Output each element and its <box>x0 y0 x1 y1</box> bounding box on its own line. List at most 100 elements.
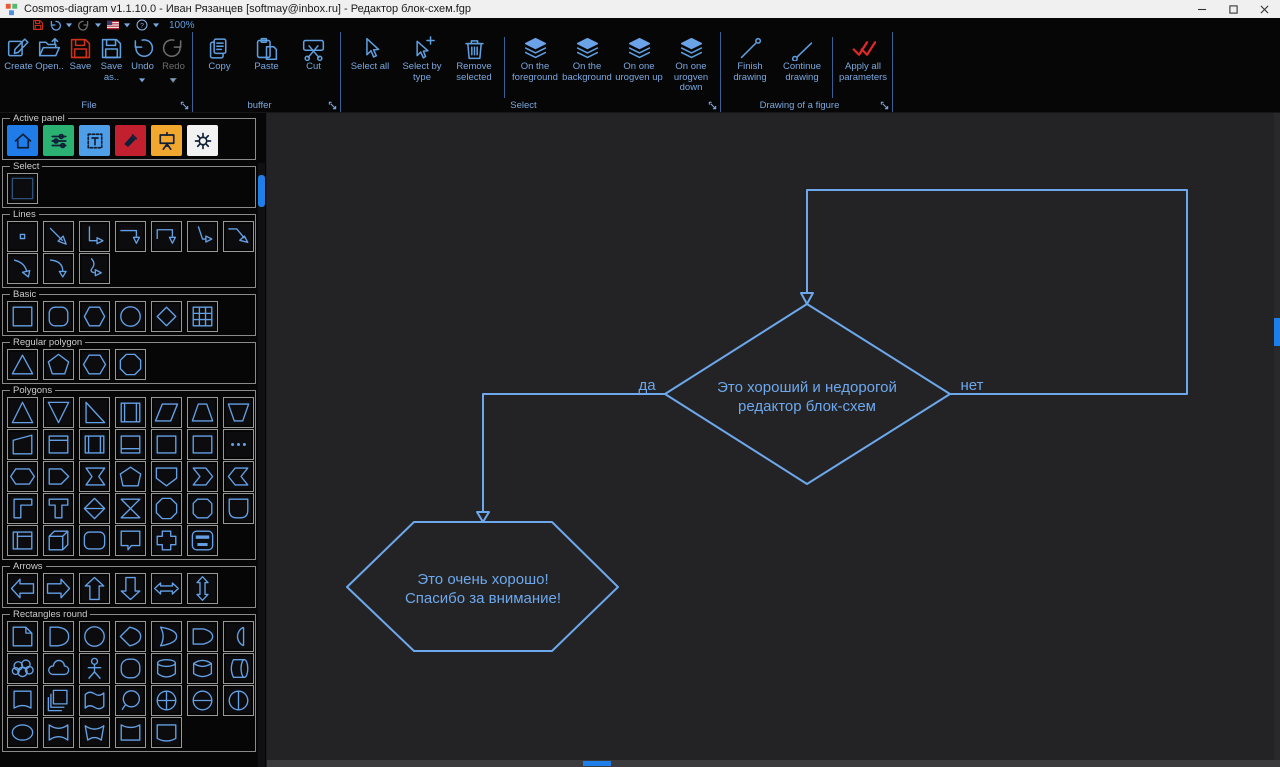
shape-bowtie-concave[interactable] <box>43 717 74 748</box>
shape-documents[interactable] <box>43 685 74 716</box>
canvas-hscrollbar[interactable] <box>267 760 1280 767</box>
cut-button[interactable]: Cut <box>290 36 337 73</box>
shape-rect-notch-bottom[interactable] <box>151 461 182 492</box>
edge-yes[interactable] <box>483 394 665 512</box>
shape-banner[interactable] <box>7 685 38 716</box>
dropdown-caret-icon[interactable] <box>170 78 177 83</box>
shape-rect-folded-corner[interactable] <box>7 621 38 652</box>
shape-gamma-shape[interactable] <box>7 493 38 524</box>
shape-cube-3d[interactable] <box>43 525 74 556</box>
continue-drawing-button[interactable]: Continue drawing <box>776 36 828 83</box>
shape-arrow-se[interactable] <box>43 221 74 252</box>
shape-concave-right[interactable] <box>223 621 254 652</box>
save-button[interactable]: Save <box>65 36 96 73</box>
shape-speech-bubble[interactable] <box>115 525 146 556</box>
shape-arrow-bend-down[interactable] <box>223 221 254 252</box>
shape-hexagon-regular[interactable] <box>79 349 110 380</box>
shape-rectangle-2[interactable] <box>187 429 218 460</box>
shape-pentagon[interactable] <box>43 349 74 380</box>
shape-arrow-up-right-down[interactable] <box>151 221 182 252</box>
create-button[interactable]: Create <box>3 36 34 73</box>
shape-circle[interactable] <box>115 301 146 332</box>
close-button[interactable] <box>1249 0 1280 18</box>
copy-button[interactable]: Copy <box>196 36 243 73</box>
shape-person[interactable] <box>79 653 110 684</box>
open-button[interactable]: Open.. <box>34 36 65 73</box>
shape-cylinder-open[interactable] <box>151 653 182 684</box>
edge-no-loop[interactable] <box>807 190 1187 394</box>
panel-home-button[interactable] <box>7 125 38 156</box>
shape-hexagon-concave[interactable] <box>79 461 110 492</box>
shape-rect-rounded-bottom[interactable] <box>223 493 254 524</box>
shape-rect-left-column[interactable] <box>7 525 38 556</box>
select-by-type-button[interactable]: Select by type <box>396 36 448 83</box>
shape-arrow-curve-se[interactable] <box>7 253 38 284</box>
on-the-background-button[interactable]: On the background <box>561 36 613 83</box>
dialog-launcher-icon[interactable] <box>708 101 717 110</box>
redo-quick-icon[interactable] <box>78 19 90 31</box>
shape-pentagon-house[interactable] <box>115 461 146 492</box>
on-one-urogven-down-button[interactable]: On one urogven down <box>665 36 717 94</box>
shape-d-shape[interactable] <box>43 621 74 652</box>
canvas-vscrollbar[interactable] <box>1274 113 1280 760</box>
shape-bowtie-wide[interactable] <box>79 717 110 748</box>
shape-triangle-up[interactable] <box>7 397 38 428</box>
shape-square[interactable] <box>7 301 38 332</box>
redo-dropdown-caret-icon[interactable] <box>95 23 102 28</box>
shape-octagon-2[interactable] <box>151 493 182 524</box>
shape-diamond-split[interactable] <box>79 493 110 524</box>
shape-cylinder-horizontal[interactable] <box>223 653 254 684</box>
shape-arrow-s-curve[interactable] <box>79 253 110 284</box>
panel-brush-button[interactable] <box>115 125 146 156</box>
shape-rectangle[interactable] <box>151 429 182 460</box>
shape-chevron-right[interactable] <box>187 461 218 492</box>
shape-square-cut-corners[interactable] <box>187 493 218 524</box>
canvas-hscrollbar-thumb[interactable] <box>583 761 611 766</box>
shape-cylinder[interactable] <box>187 653 218 684</box>
shape-ellipse-2[interactable] <box>7 717 38 748</box>
shape-octagon[interactable] <box>115 349 146 380</box>
dialog-launcher-icon[interactable] <box>180 101 189 110</box>
shape-rect-double-sides[interactable] <box>79 429 110 460</box>
dialog-launcher-icon[interactable] <box>328 101 337 110</box>
shape-hexagon[interactable] <box>79 301 110 332</box>
panel-text-frame-button[interactable] <box>79 125 110 156</box>
dialog-launcher-icon[interactable] <box>880 101 889 110</box>
on-the-foreground-button[interactable]: On the foreground <box>509 36 561 83</box>
shape-block-arrow-left[interactable] <box>7 573 38 604</box>
panel-gear-button[interactable] <box>187 125 218 156</box>
shape-parallelogram[interactable] <box>151 397 182 428</box>
shape-chevron-left[interactable] <box>223 461 254 492</box>
finish-drawing-button[interactable]: Finish drawing <box>724 36 776 83</box>
undo-dropdown-caret-icon[interactable] <box>66 23 73 28</box>
undo-button[interactable]: Undo <box>127 36 158 83</box>
shape-triangle-down[interactable] <box>43 397 74 428</box>
shape-triangle[interactable] <box>7 349 38 380</box>
shape-tee-shape[interactable] <box>43 493 74 524</box>
shape-select-frame[interactable] <box>7 173 38 204</box>
shape-dot[interactable] <box>7 221 38 252</box>
save-quick-icon[interactable] <box>32 19 44 31</box>
shape-hexagon-flat[interactable] <box>7 461 38 492</box>
shape-arrow-right-down[interactable] <box>115 221 146 252</box>
shape-diamond[interactable] <box>151 301 182 332</box>
save-as-button[interactable]: Save as.. <box>96 36 127 83</box>
shape-block-arrow-up-down[interactable] <box>187 573 218 604</box>
sidebar-scrollbar-thumb[interactable] <box>258 175 265 207</box>
canvas[interactable]: Это хороший и недорогой редактор блок-сх… <box>267 113 1280 767</box>
shape-block-arrow-right[interactable] <box>43 573 74 604</box>
shape-arrow-curve-down[interactable] <box>43 253 74 284</box>
help-icon[interactable]: ? <box>136 19 148 31</box>
select-all-button[interactable]: Select all <box>344 36 396 73</box>
shape-arrow-slant-right[interactable] <box>187 221 218 252</box>
panel-sliders-button[interactable] <box>43 125 74 156</box>
shape-hexagon-rounded-right[interactable] <box>43 461 74 492</box>
zoom-level[interactable]: 100% <box>169 20 195 31</box>
shape-rect-wavy-bottom[interactable] <box>151 717 182 748</box>
shape-circle-vline[interactable] <box>223 685 254 716</box>
paste-button[interactable]: Paste <box>243 36 290 73</box>
shape-trapezoid-inverted[interactable] <box>223 397 254 428</box>
shape-concave-top-rect[interactable] <box>115 717 146 748</box>
shape-cloud[interactable] <box>43 653 74 684</box>
redo-button[interactable]: Redo <box>158 36 189 83</box>
